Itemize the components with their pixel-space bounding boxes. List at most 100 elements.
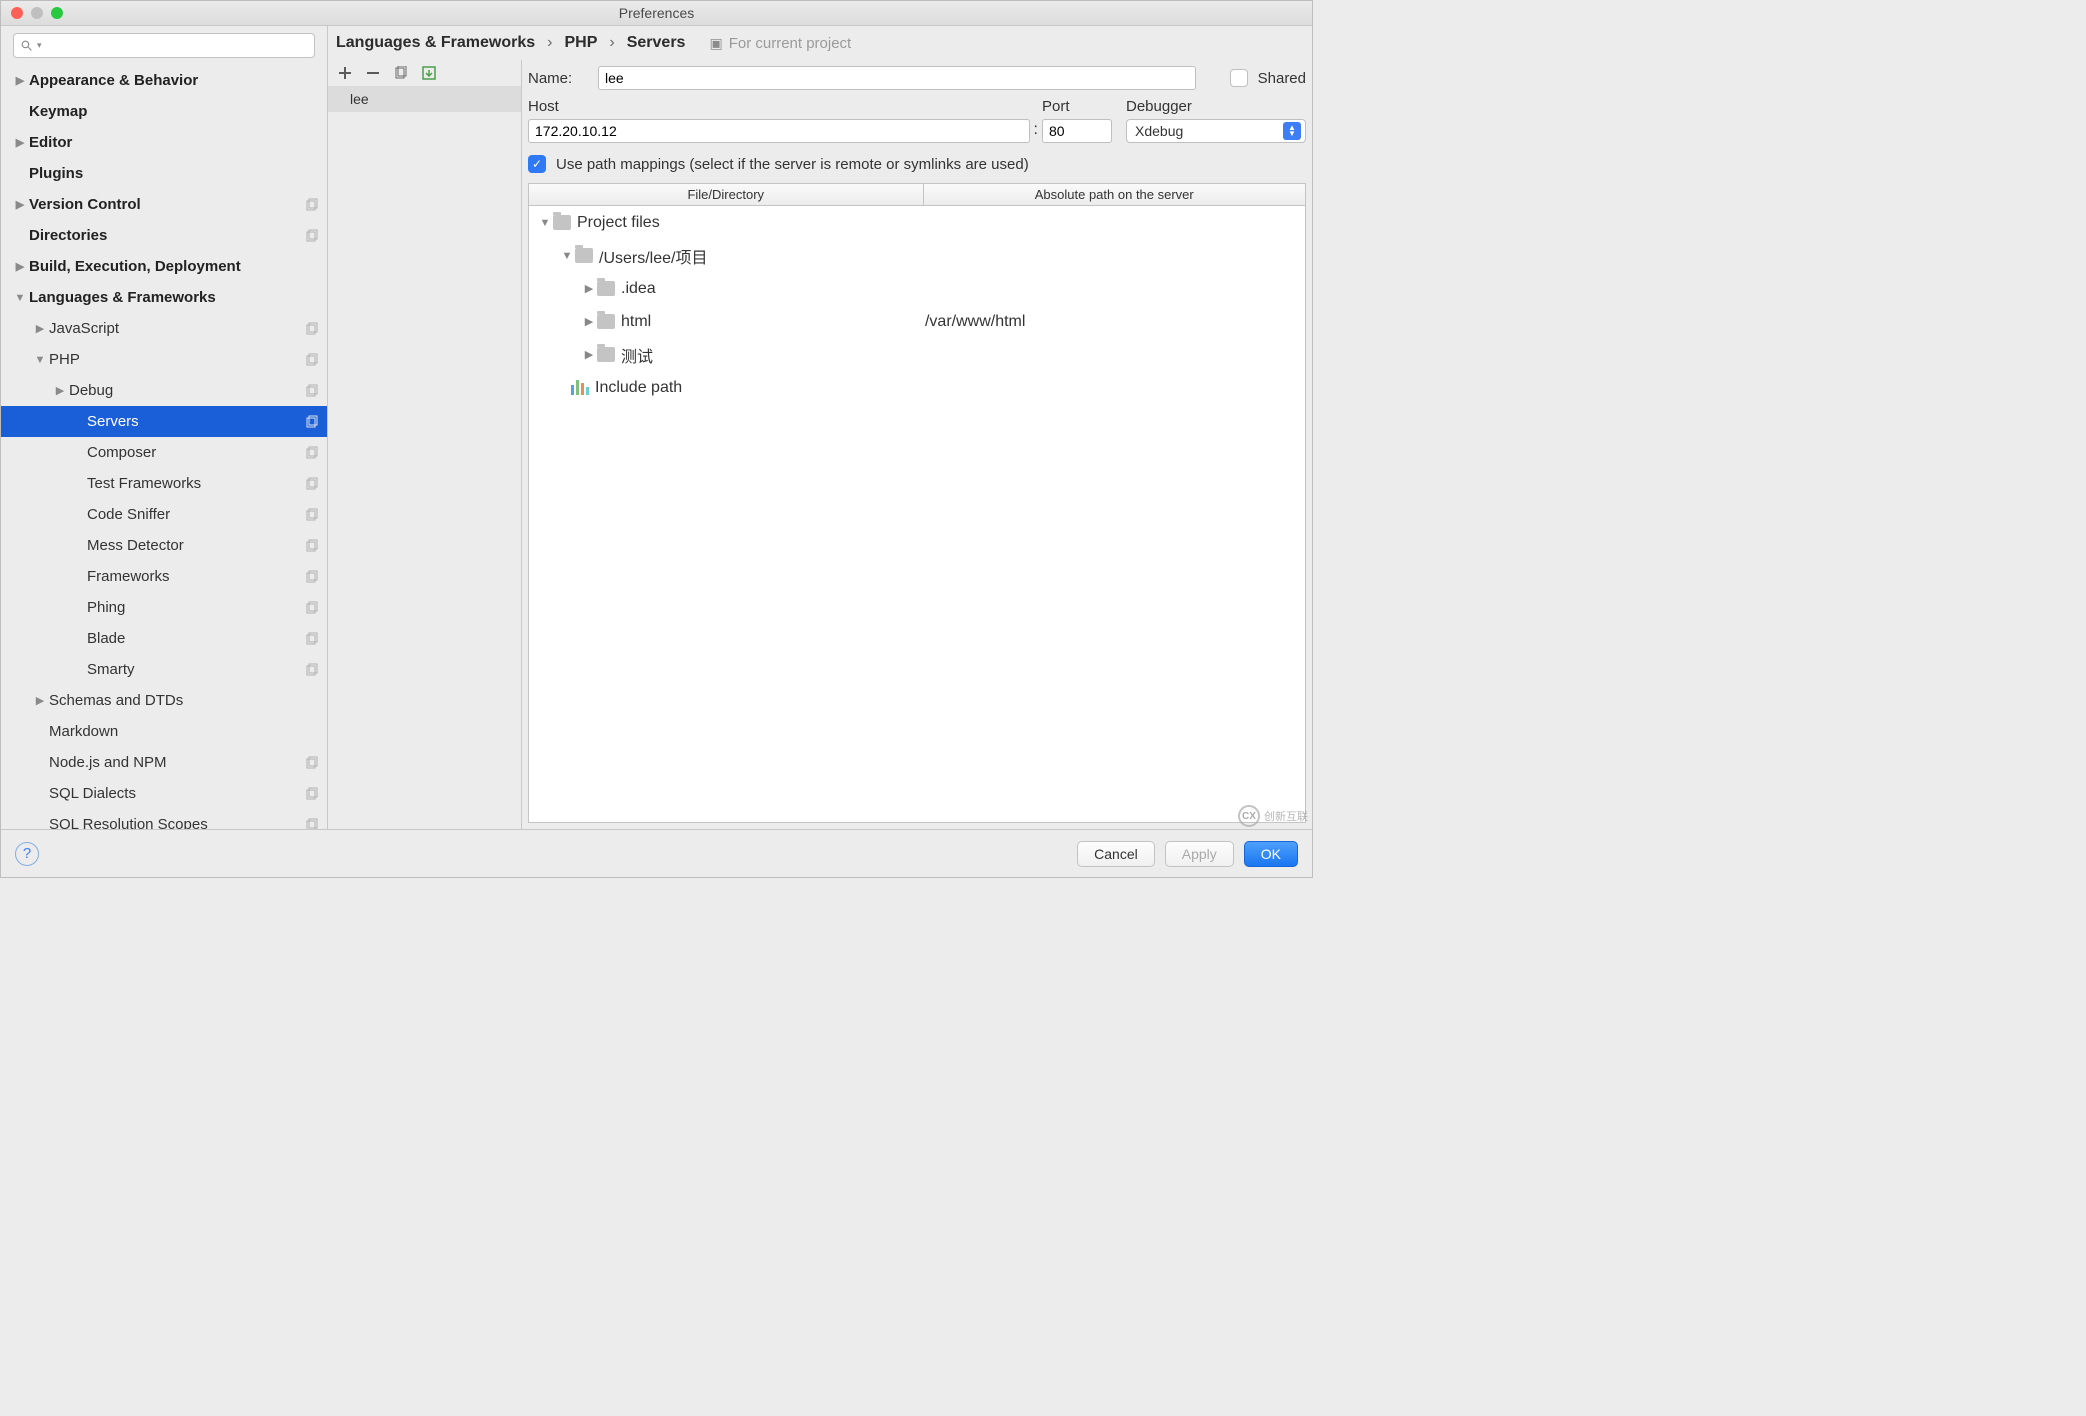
tree-item[interactable]: Smarty xyxy=(1,654,327,685)
shared-checkbox[interactable] xyxy=(1230,69,1248,87)
table-header: File/Directory Absolute path on the serv… xyxy=(529,184,1305,206)
expand-arrow-icon: ▶ xyxy=(11,74,29,87)
host-label: Host xyxy=(528,98,1030,115)
select-caret-icon: ▲▼ xyxy=(1283,122,1301,140)
tree-item[interactable]: ▼PHP xyxy=(1,344,327,375)
tree-item[interactable]: Plugins xyxy=(1,158,327,189)
file-label: .idea xyxy=(621,280,656,298)
remove-server-button[interactable] xyxy=(364,64,382,82)
expand-arrow-icon: ▼ xyxy=(31,354,49,366)
tree-item-label: JavaScript xyxy=(49,320,305,337)
minimize-window-button[interactable] xyxy=(31,7,43,19)
name-input[interactable] xyxy=(598,66,1196,90)
host-port-separator: : xyxy=(1030,121,1042,143)
host-input[interactable] xyxy=(528,119,1030,143)
tree-item[interactable]: ▶Debug xyxy=(1,375,327,406)
tree-item[interactable]: Mess Detector xyxy=(1,530,327,561)
tree-item[interactable]: Code Sniffer xyxy=(1,499,327,530)
expand-arrow-icon: ▼ xyxy=(11,292,29,304)
tree-item-label: Composer xyxy=(87,444,305,461)
absolute-path-cell[interactable]: /var/www/html xyxy=(921,313,1305,331)
apply-button[interactable]: Apply xyxy=(1165,841,1234,867)
server-toolbar xyxy=(328,60,521,86)
port-label: Port xyxy=(1042,98,1112,115)
add-server-button[interactable] xyxy=(336,64,354,82)
tree-item-label: Keymap xyxy=(29,103,319,120)
expand-arrow-icon: ▶ xyxy=(31,694,49,707)
tree-item[interactable]: Directories xyxy=(1,220,327,251)
footer: ? Cancel Apply OK xyxy=(1,829,1312,877)
import-server-button[interactable] xyxy=(420,64,438,82)
tree-item[interactable]: ▶JavaScript xyxy=(1,313,327,344)
tree-item[interactable]: ▶Version Control xyxy=(1,189,327,220)
tree-item-label: Schemas and DTDs xyxy=(49,692,319,709)
servers-split: lee Name: Shared Host xyxy=(328,60,1312,829)
folder-icon xyxy=(597,314,615,329)
folder-icon xyxy=(553,215,571,230)
table-row[interactable]: Include path xyxy=(529,371,1305,404)
tree-item[interactable]: Node.js and NPM xyxy=(1,747,327,778)
cancel-button[interactable]: Cancel xyxy=(1077,841,1155,867)
folder-icon xyxy=(597,281,615,296)
expand-arrow-icon: ▶ xyxy=(581,282,597,295)
copy-server-button[interactable] xyxy=(392,64,410,82)
tree-item[interactable]: Servers xyxy=(1,406,327,437)
tree-item[interactable]: Test Frameworks xyxy=(1,468,327,499)
search-input[interactable]: ▾ xyxy=(13,33,315,58)
th-absolute-path[interactable]: Absolute path on the server xyxy=(924,184,1306,205)
file-label: Project files xyxy=(577,214,660,232)
crumb-separator: › xyxy=(603,34,620,52)
server-list-item[interactable]: lee xyxy=(328,86,521,112)
table-row[interactable]: ▶html/var/www/html xyxy=(529,305,1305,338)
mappings-row: ✓ Use path mappings (select if the serve… xyxy=(528,151,1306,173)
expand-arrow-icon: ▶ xyxy=(11,136,29,149)
breadcrumb: Languages & Frameworks › PHP › Servers ▣… xyxy=(328,26,1312,60)
table-row[interactable]: ▼/Users/lee/项目 xyxy=(529,239,1305,272)
table-row[interactable]: ▶ .idea xyxy=(529,272,1305,305)
close-window-button[interactable] xyxy=(11,7,23,19)
tree-item-label: Languages & Frameworks xyxy=(29,289,319,306)
tree-item[interactable]: Composer xyxy=(1,437,327,468)
tree-item[interactable]: Frameworks xyxy=(1,561,327,592)
zoom-window-button[interactable] xyxy=(51,7,63,19)
tree-item-label: Debug xyxy=(69,382,305,399)
table-body[interactable]: ▼Project files▼/Users/lee/项目▶.idea▶html/… xyxy=(529,206,1305,822)
help-button[interactable]: ? xyxy=(15,842,39,866)
debugger-select[interactable]: Xdebug ▲▼ xyxy=(1126,119,1306,143)
debugger-label: Debugger xyxy=(1126,98,1306,115)
port-input[interactable] xyxy=(1042,119,1112,143)
tree-item[interactable]: SQL Dialects xyxy=(1,778,327,809)
tree-item[interactable]: Phing xyxy=(1,592,327,623)
tree-item[interactable]: ▼Languages & Frameworks xyxy=(1,282,327,313)
tree-item[interactable]: SQL Resolution Scopes xyxy=(1,809,327,829)
crumb-level-2[interactable]: PHP xyxy=(565,34,598,52)
table-row[interactable]: ▶测试 xyxy=(529,338,1305,371)
tree-item[interactable]: Keymap xyxy=(1,96,327,127)
tree-item[interactable]: Blade xyxy=(1,623,327,654)
tree-item[interactable]: ▶Schemas and DTDs xyxy=(1,685,327,716)
expand-arrow-icon: ▶ xyxy=(51,384,69,397)
tree-item-label: Smarty xyxy=(87,661,305,678)
watermark-logo-icon: CX xyxy=(1238,805,1260,827)
tree-item-label: Build, Execution, Deployment xyxy=(29,258,319,275)
ok-button[interactable]: OK xyxy=(1244,841,1298,867)
expand-arrow-icon: ▶ xyxy=(581,348,597,361)
watermark: CX 创新互联 xyxy=(1238,805,1308,827)
th-file-directory[interactable]: File/Directory xyxy=(529,184,924,205)
tree-item-label: Test Frameworks xyxy=(87,475,305,492)
tree-item[interactable]: ▶Editor xyxy=(1,127,327,158)
table-row[interactable]: ▼Project files xyxy=(529,206,1305,239)
tree-item[interactable]: ▶Build, Execution, Deployment xyxy=(1,251,327,282)
tree-item[interactable]: Markdown xyxy=(1,716,327,747)
tree-item[interactable]: ▶Appearance & Behavior xyxy=(1,65,327,96)
crumb-level-1[interactable]: Languages & Frameworks xyxy=(336,34,535,52)
file-label: html xyxy=(621,313,651,331)
use-path-mappings-checkbox[interactable]: ✓ xyxy=(528,155,546,173)
settings-tree[interactable]: ▶Appearance & BehaviorKeymap▶EditorPlugi… xyxy=(1,65,327,829)
tree-item-label: Phing xyxy=(87,599,305,616)
tree-item-label: Appearance & Behavior xyxy=(29,72,319,89)
crumb-separator: › xyxy=(541,34,558,52)
titlebar: Preferences xyxy=(1,1,1312,26)
file-label: /Users/lee/项目 xyxy=(599,244,707,268)
search-row: ▾ xyxy=(1,26,327,65)
